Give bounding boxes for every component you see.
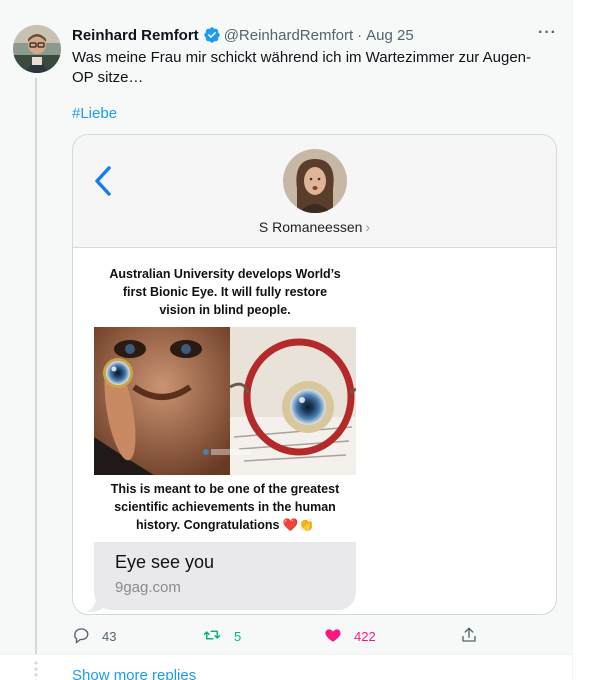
reply-button[interactable]: 43 <box>72 626 116 647</box>
thread-line <box>35 78 37 654</box>
bubble-tail <box>87 590 109 612</box>
author-avatar[interactable] <box>13 25 61 73</box>
show-more-replies-link[interactable]: Show more replies <box>72 667 196 680</box>
hashtag-link[interactable]: #Liebe <box>72 105 117 122</box>
verified-badge-icon <box>203 26 221 44</box>
meme-bottom-text: This is meant to be one of the greatest … <box>110 482 340 532</box>
retweet-count: 5 <box>234 629 242 644</box>
contact-chevron-icon: › <box>365 219 371 235</box>
imessage-header: S Romaneessen › <box>73 135 556 248</box>
bionic-eye-photo <box>94 327 356 475</box>
contact-name: S Romaneessen › <box>258 219 371 235</box>
heart-filled-icon <box>324 626 342 647</box>
like-button[interactable]: 422 <box>324 626 376 647</box>
back-chevron-icon <box>93 165 113 202</box>
message-bubble: Australian University develops World’s f… <box>94 257 356 610</box>
reply-count: 43 <box>102 629 117 644</box>
thread-dots <box>34 660 38 680</box>
author-name[interactable]: Reinhard Remfort <box>72 27 199 44</box>
author-handle[interactable]: @ReinhardRemfort <box>224 27 353 44</box>
more-options-icon[interactable]: ··· <box>538 24 557 42</box>
retweet-icon <box>202 626 222 647</box>
tweet-actions: 43 5 422 <box>72 626 492 650</box>
share-icon <box>460 626 478 647</box>
link-preview-domain: 9gag.com <box>115 579 181 596</box>
contact-avatar <box>283 149 347 213</box>
tweet-date[interactable]: Aug 25 <box>366 27 414 44</box>
header-separator: · <box>357 26 363 44</box>
tweet-media-image[interactable]: S Romaneessen › Australian University dev… <box>72 134 557 615</box>
tweet-text: Was meine Frau mir schickt während ich i… <box>72 49 532 86</box>
scroll-edge <box>572 0 589 680</box>
like-count: 422 <box>354 629 376 644</box>
link-preview-title: Eye see you <box>115 552 215 572</box>
reply-icon <box>72 626 90 647</box>
tweet-header: Reinhard Remfort @ReinhardRemfort · Aug … <box>72 26 414 44</box>
share-button[interactable] <box>460 626 478 647</box>
meme-top-text: Australian University develops World’s f… <box>109 267 341 317</box>
meme-image: Australian University develops World’s f… <box>94 257 356 542</box>
retweet-button[interactable]: 5 <box>202 626 241 647</box>
